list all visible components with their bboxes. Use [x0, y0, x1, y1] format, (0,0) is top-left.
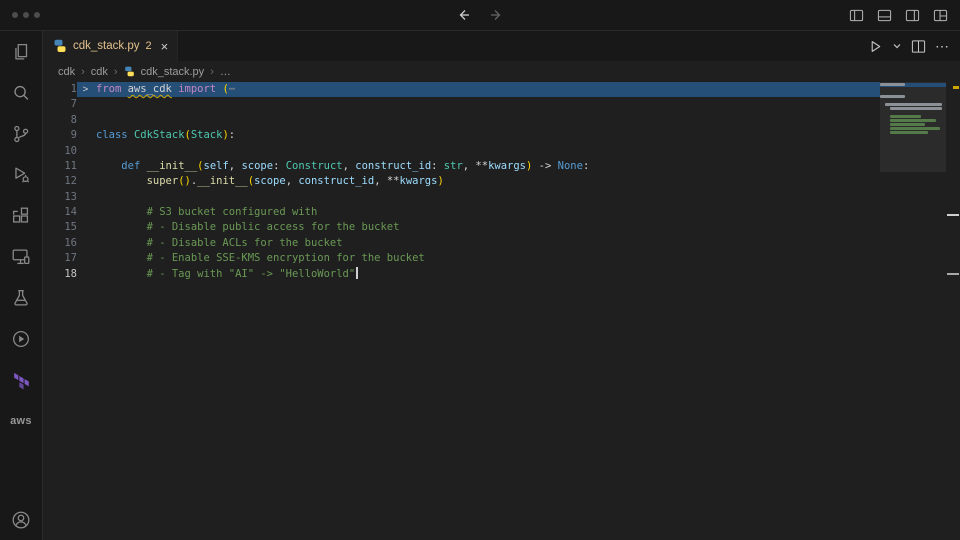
line-number[interactable]: 10 [43, 144, 77, 159]
line-number[interactable]: 17 [43, 251, 77, 266]
line-number[interactable]: 9 [43, 128, 77, 143]
code-line[interactable]: 10 [43, 144, 880, 159]
breadcrumb-item-file[interactable]: cdk_stack.py [141, 66, 205, 78]
toggle-primary-sidebar-icon[interactable] [849, 8, 864, 23]
account-icon[interactable] [0, 499, 42, 540]
code-line[interactable]: 18 # - Tag with "AI" -> "HelloWorld" [43, 267, 880, 282]
aws-logo-text: aws [10, 415, 32, 427]
breadcrumb-separator-icon: › [210, 66, 214, 78]
line-number[interactable]: 7 [43, 97, 77, 112]
line-number[interactable]: 16 [43, 236, 77, 251]
breadcrumb-separator-icon: › [81, 66, 85, 78]
titlebar [0, 0, 960, 31]
line-number[interactable]: 14 [43, 205, 77, 220]
history-nav [0, 0, 960, 30]
breadcrumb-separator-icon: › [114, 66, 118, 78]
line-number[interactable]: 1 [43, 82, 77, 97]
code-lines[interactable]: 1>from aws_cdk import (⋯789class CdkStac… [43, 82, 880, 282]
line-number[interactable]: 15 [43, 220, 77, 235]
terraform-icon[interactable] [0, 359, 42, 400]
activity-bar: aws [0, 31, 43, 540]
testing-beaker-icon[interactable] [0, 277, 42, 318]
breadcrumb-item-folder[interactable]: cdk [58, 66, 75, 78]
vscode-window: aws cdk_stack.py 2 × ⋯ cdk › [0, 0, 960, 540]
breadcrumb-item-symbol[interactable]: … [220, 66, 231, 78]
code-line[interactable]: 14 # S3 bucket configured with [43, 205, 880, 220]
run-and-debug-icon[interactable] [0, 154, 42, 195]
tab-cdk-stack-py[interactable]: cdk_stack.py 2 × [43, 31, 178, 61]
line-number[interactable]: 12 [43, 174, 77, 189]
breadcrumb: cdk › cdk › cdk_stack.py › … [43, 61, 960, 82]
extensions-icon[interactable] [0, 195, 42, 236]
split-editor-icon[interactable] [911, 39, 926, 54]
back-icon[interactable] [456, 7, 472, 23]
toggle-panel-icon[interactable] [877, 8, 892, 23]
code-line[interactable]: 8 [43, 113, 880, 128]
explorer-icon[interactable] [0, 31, 42, 72]
aws-toolkit-icon[interactable]: aws [0, 400, 42, 441]
line-number[interactable]: 18 [43, 267, 77, 282]
more-actions-icon[interactable]: ⋯ [935, 38, 950, 55]
code-line[interactable]: 12 super().__init__(scope, construct_id,… [43, 174, 880, 189]
run-python-file-icon[interactable] [868, 39, 883, 54]
code-line[interactable]: 15 # - Disable public access for the buc… [43, 220, 880, 235]
fold-chevron-icon[interactable]: > [77, 82, 94, 97]
tab-label: cdk_stack.py [73, 40, 139, 52]
run-dropdown-chevron-icon[interactable] [892, 41, 902, 51]
code-line[interactable]: 17 # - Enable SSE-KMS encryption for the… [43, 251, 880, 266]
source-control-icon[interactable] [0, 113, 42, 154]
code-line[interactable]: 7 [43, 97, 880, 112]
minimap[interactable] [880, 83, 946, 135]
code-line[interactable]: 9class CdkStack(Stack): [43, 128, 880, 143]
code-line[interactable]: 11 def __init__(self, scope: Construct, … [43, 159, 880, 174]
forward-icon[interactable] [488, 7, 504, 23]
toggle-secondary-sidebar-icon[interactable] [905, 8, 920, 23]
line-number[interactable]: 8 [43, 113, 77, 128]
overview-warning-mark [953, 86, 959, 89]
code-editor[interactable]: 1>from aws_cdk import (⋯789class CdkStac… [43, 82, 960, 540]
code-line[interactable]: 16 # - Disable ACLs for the bucket [43, 236, 880, 251]
tab-close-icon[interactable]: × [161, 40, 169, 53]
editor-group: cdk_stack.py 2 × ⋯ cdk › cdk › cdk_stack… [43, 31, 960, 540]
overview-mark [947, 214, 959, 216]
breadcrumb-python-file-icon [124, 66, 135, 77]
tab-bar: cdk_stack.py 2 × ⋯ [43, 31, 960, 61]
run-circle-icon[interactable] [0, 318, 42, 359]
editor-actions: ⋯ [868, 31, 950, 61]
code-line[interactable]: 13 [43, 190, 880, 205]
layout-controls [849, 0, 948, 30]
remote-explorer-icon[interactable] [0, 236, 42, 277]
line-number[interactable]: 13 [43, 190, 77, 205]
overview-mark [947, 273, 959, 275]
customize-layout-icon[interactable] [933, 8, 948, 23]
line-number[interactable]: 11 [43, 159, 77, 174]
python-file-icon [53, 39, 67, 53]
search-icon[interactable] [0, 72, 42, 113]
code-line[interactable]: 1>from aws_cdk import (⋯ [43, 82, 880, 97]
tab-badge: 2 [145, 40, 151, 52]
text-cursor [356, 267, 358, 279]
breadcrumb-item-folder[interactable]: cdk [91, 66, 108, 78]
overview-ruler[interactable] [946, 82, 960, 540]
